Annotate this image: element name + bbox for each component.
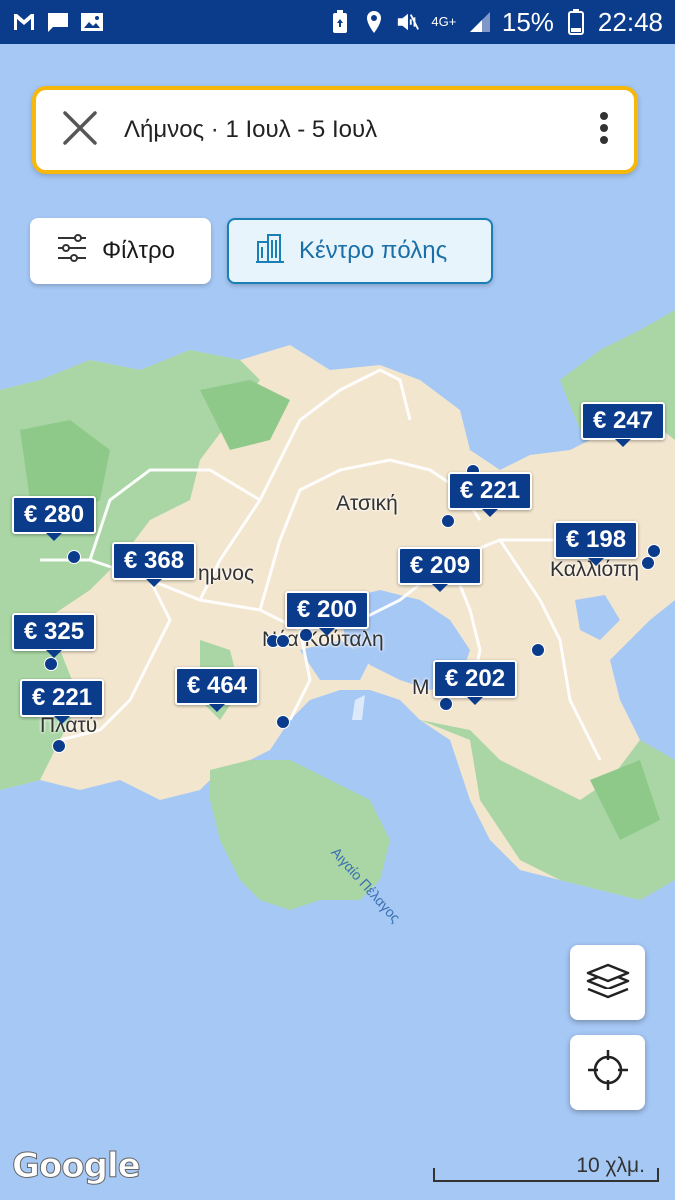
- network-type: 4G+: [431, 14, 457, 29]
- price-pin[interactable]: € 368: [112, 542, 197, 587]
- scale-label: 10 χλμ.: [576, 1154, 645, 1177]
- battery-icon: [564, 9, 588, 35]
- place-atsiki: Ατσική: [336, 492, 398, 515]
- hotel-dot[interactable]: [441, 514, 455, 528]
- search-query[interactable]: Λήμνος · 1 Ιουλ - 5 Ιουλ: [124, 116, 574, 144]
- price-pin[interactable]: € 280: [12, 496, 97, 541]
- filter-label: Φίλτρο: [102, 237, 175, 264]
- hotel-dot[interactable]: [531, 643, 545, 657]
- buildings-icon: [255, 232, 285, 271]
- signal-icon: [468, 10, 492, 34]
- price-pin[interactable]: € 325: [12, 613, 97, 658]
- hotel-dot[interactable]: [67, 550, 81, 564]
- price-pin[interactable]: € 202: [433, 660, 518, 705]
- clear-search-button[interactable]: [36, 90, 124, 170]
- city-center-label: Κέντρο πόλης: [299, 237, 448, 264]
- hotel-dot[interactable]: [299, 628, 313, 642]
- more-options-button[interactable]: [574, 111, 634, 150]
- message-icon: [46, 10, 70, 34]
- battery-saver-icon: [328, 10, 352, 34]
- status-bar: 4G+ 15% 22:48: [0, 0, 675, 44]
- crosshair-icon: [585, 1047, 631, 1098]
- price-pin[interactable]: € 221: [20, 679, 105, 724]
- price-pin[interactable]: € 464: [175, 667, 260, 712]
- price-pin[interactable]: € 247: [581, 402, 666, 447]
- layers-icon: [585, 957, 631, 1008]
- google-logo: Google: [12, 1146, 142, 1187]
- price-pin[interactable]: € 200: [285, 591, 370, 636]
- location-icon: [362, 10, 386, 34]
- hotel-dot[interactable]: [276, 715, 290, 729]
- place-myrina: ημνος: [198, 562, 255, 585]
- battery-percent: 15%: [501, 6, 554, 37]
- gmail-icon: [12, 10, 36, 34]
- map-layers-button[interactable]: [570, 945, 645, 1020]
- hotel-dot[interactable]: [641, 556, 655, 570]
- map-scale: 10 χλμ.: [433, 1152, 659, 1182]
- city-center-button[interactable]: Κέντρο πόλης: [227, 218, 493, 284]
- system-status: 4G+ 15% 22:48: [328, 7, 663, 38]
- more-vert-icon: [599, 111, 609, 150]
- hotel-dot[interactable]: [44, 657, 58, 671]
- mute-icon: [396, 10, 420, 34]
- notification-icons: [12, 10, 104, 34]
- price-pin[interactable]: € 221: [448, 472, 533, 517]
- filter-button[interactable]: Φίλτρο: [30, 218, 211, 284]
- price-pin[interactable]: € 198: [554, 521, 639, 566]
- place-moudros: Μ: [412, 676, 430, 699]
- image-icon: [80, 10, 104, 34]
- search-bar[interactable]: Λήμνος · 1 Ιουλ - 5 Ιουλ: [32, 86, 638, 174]
- price-pin[interactable]: € 209: [398, 547, 483, 592]
- close-icon: [62, 110, 98, 151]
- sliders-icon: [56, 233, 88, 270]
- hotel-dot[interactable]: [276, 634, 290, 648]
- clock: 22:48: [597, 6, 663, 37]
- hotel-dot[interactable]: [52, 739, 66, 753]
- hotel-dot[interactable]: [439, 697, 453, 711]
- my-location-button[interactable]: [570, 1035, 645, 1110]
